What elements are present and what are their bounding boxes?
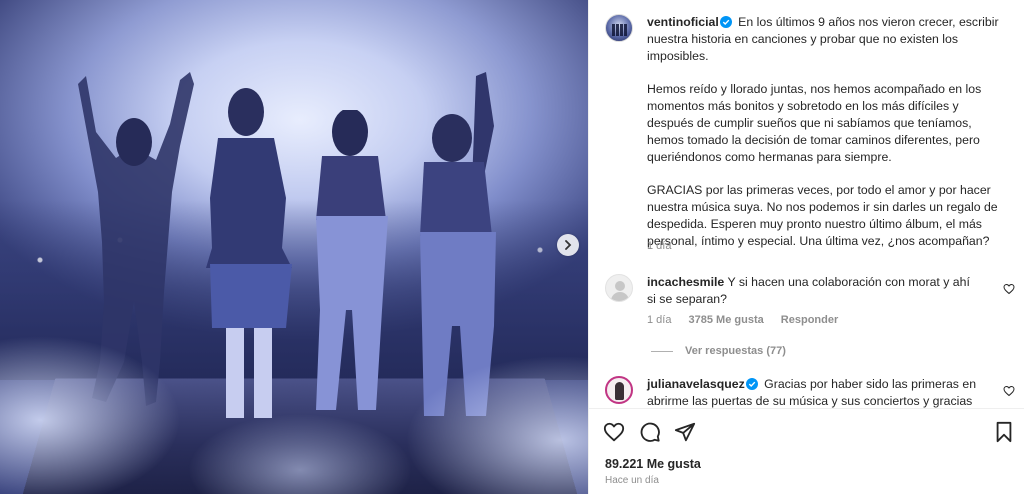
commenter-avatar[interactable] <box>605 376 633 404</box>
caption-timestamp: 1 día <box>647 240 672 252</box>
caption-paragraph-2: Hemos reído y llorado juntas, nos hemos … <box>647 82 982 164</box>
verified-badge-icon <box>719 16 732 28</box>
heart-icon[interactable] <box>603 421 625 443</box>
stage-haze <box>0 0 588 494</box>
view-replies-button[interactable]: Ver respuestas (77) <box>651 345 786 357</box>
comment-2-like-heart-icon[interactable] <box>1003 385 1015 397</box>
verified-badge-icon <box>745 378 758 390</box>
comment-1-likes[interactable]: 3785 Me gusta <box>689 314 764 326</box>
likes-count[interactable]: 89.221 Me gusta <box>605 457 701 471</box>
reply-button[interactable]: Responder <box>781 314 838 326</box>
author-avatar[interactable] <box>605 14 633 42</box>
post-actions-bar: 89.221 Me gusta Hace un día <box>589 408 1024 494</box>
paper-plane-icon[interactable] <box>674 421 696 443</box>
comment-2: julianavelasquez Gracias por haber sido … <box>647 376 977 408</box>
comment-2-username[interactable]: julianavelasquez <box>647 377 745 391</box>
post-image[interactable] <box>0 0 588 494</box>
comment-icon[interactable] <box>639 421 661 443</box>
post-details-panel: ventinoficial En los últimos 9 años nos … <box>588 0 1024 494</box>
chevron-right-icon <box>565 240 572 250</box>
author-username[interactable]: ventinoficial <box>647 15 719 29</box>
post-caption: ventinoficial En los últimos 9 años nos … <box>647 14 1003 250</box>
comments-scroll-area[interactable]: ventinoficial En los últimos 9 años nos … <box>589 0 1024 408</box>
comment-1-time: 1 día <box>647 314 672 326</box>
bookmark-icon[interactable] <box>993 421 1015 443</box>
comment-1-username[interactable]: incachesmile <box>647 275 724 289</box>
comment-1-meta: 1 día 3785 Me gusta Responder <box>647 314 852 326</box>
comment-1: incachesmile Y si hacen una colaboración… <box>647 274 977 308</box>
next-slide-button[interactable] <box>557 234 579 256</box>
caption-paragraph-3: GRACIAS por las primeras veces, por todo… <box>647 183 998 248</box>
post-timestamp: Hace un día <box>605 475 659 486</box>
comment-1-like-heart-icon[interactable] <box>1003 283 1015 295</box>
commenter-avatar[interactable] <box>605 274 633 302</box>
